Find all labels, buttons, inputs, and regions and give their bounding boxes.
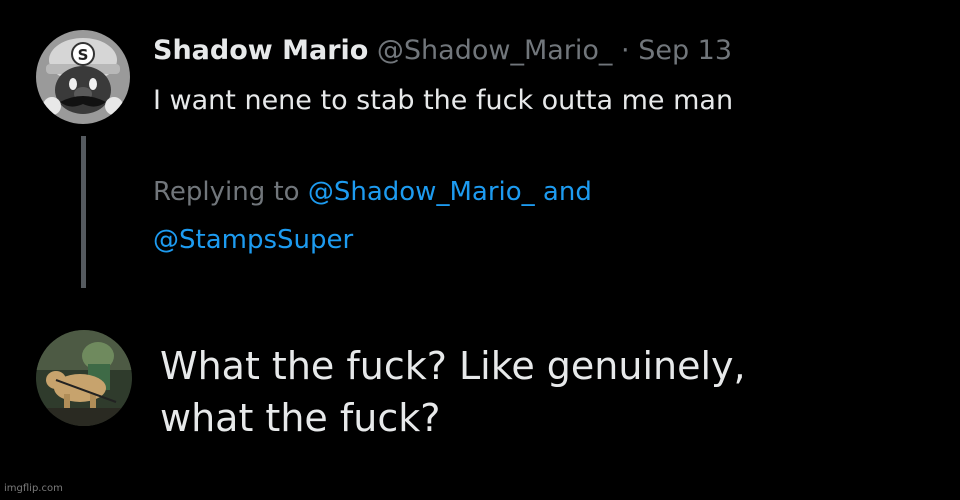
imgflip-watermark: imgflip.com xyxy=(4,483,63,494)
thread-connector-line xyxy=(81,136,86,288)
reply-text: What the fuck? Like genuinely, what the … xyxy=(160,340,880,444)
replying-to-line: Replying to @Shadow_Mario_ and @StampsSu… xyxy=(153,168,713,264)
tweet-header: Shadow Mario @Shadow_Mario_ · Sep 13 xyxy=(153,34,732,68)
mention-conjunction[interactable]: and xyxy=(543,177,592,207)
replying-prefix: Replying to xyxy=(153,177,300,207)
separator-dot: · xyxy=(621,35,630,66)
reply-text-line-2: what the fuck? xyxy=(160,396,441,440)
shadow-mario-avatar[interactable]: S xyxy=(36,30,130,124)
tweet-date[interactable]: Sep 13 xyxy=(638,35,732,66)
svg-text:S: S xyxy=(78,46,89,64)
mention-stamps-super[interactable]: @StampsSuper xyxy=(153,225,353,255)
reply-author-avatar[interactable] xyxy=(36,330,132,426)
mention-shadow-mario[interactable]: @Shadow_Mario_ xyxy=(308,177,535,207)
mario-avatar-icon: S xyxy=(36,30,130,124)
tweet-text: I want nene to stab the fuck outta me ma… xyxy=(153,85,734,116)
dog-photo-icon xyxy=(36,330,132,426)
display-name[interactable]: Shadow Mario xyxy=(153,35,368,66)
user-handle[interactable]: @Shadow_Mario_ xyxy=(377,35,613,66)
reply-text-line-1: What the fuck? Like genuinely, xyxy=(160,344,746,388)
